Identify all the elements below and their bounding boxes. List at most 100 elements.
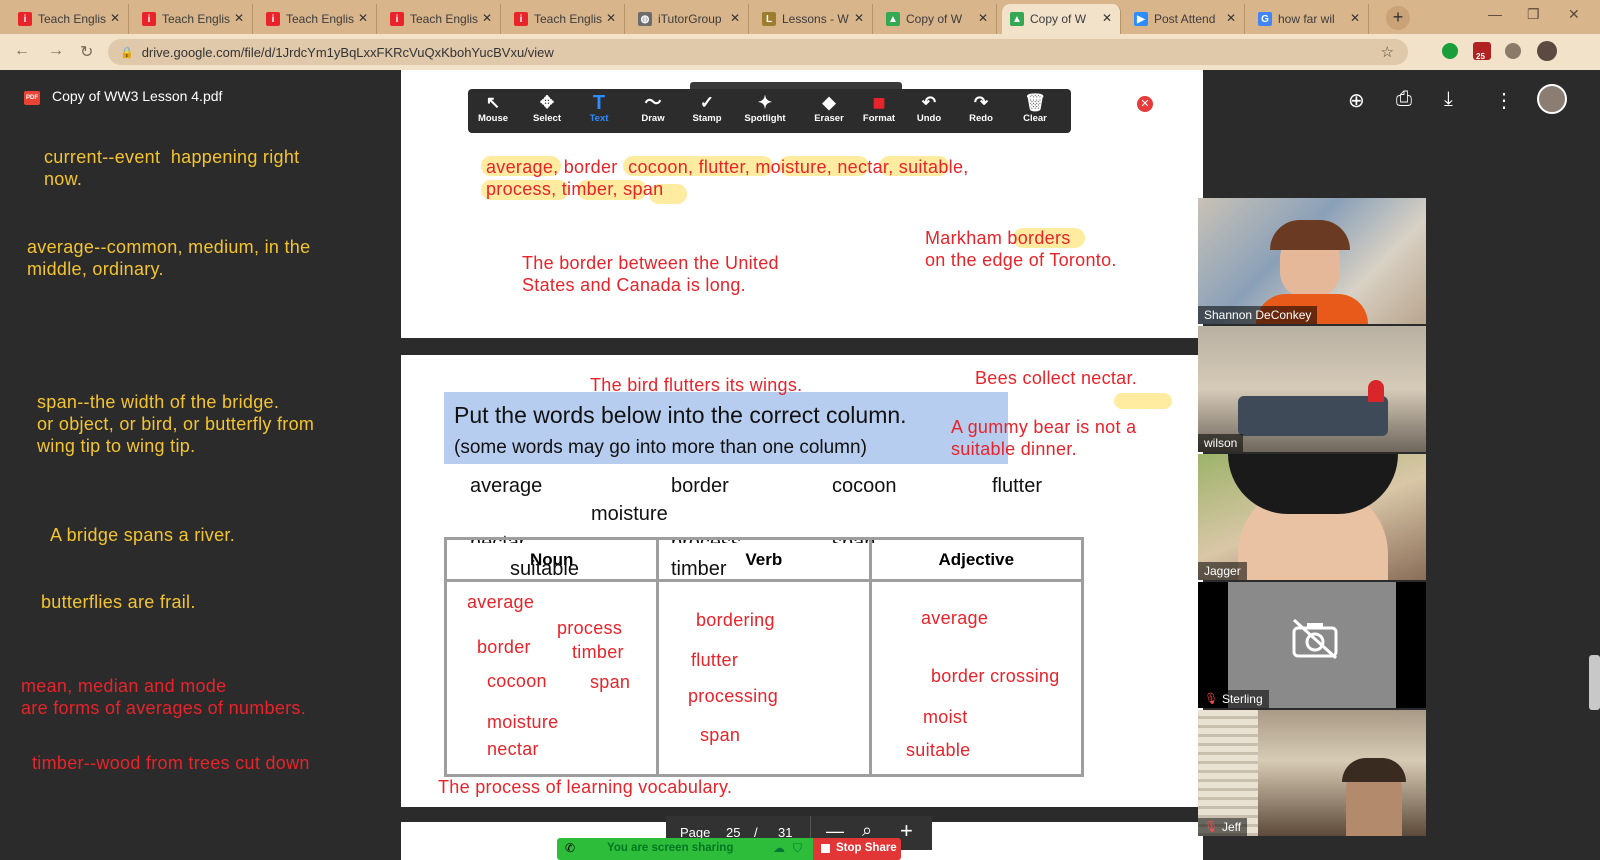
bookmark-star-icon[interactable]: ☆ [1381,43,1394,61]
lessons-icon: L [762,12,776,26]
adjective-answer: border crossing [931,666,1060,686]
tool-redo-button[interactable]: ↷ Redo [956,93,1006,124]
noun-answer: span [590,672,631,692]
tab-title: Teach English [162,12,230,26]
participant-name-text: Jeff [1221,820,1242,834]
note-bird-flutters: The bird flutters its wings. [590,375,803,395]
stop-share-button[interactable]: Stop Share [813,838,901,860]
tool-text-button[interactable]: T Text [574,93,624,124]
browser-tab[interactable]: i Teach English ✕ [382,4,501,34]
note-process-learning: The process of learning vocabulary. [438,777,733,797]
close-tab-icon[interactable]: ✕ [110,11,120,25]
word-bank-item: average [470,475,543,497]
print-icon[interactable]: ⎙ [1396,88,1412,111]
download-icon[interactable]: ⤓ [1444,88,1453,111]
tool-spotlight-button[interactable]: ✦ Spotlight [740,93,790,124]
note-current: current--event happening right now. [44,147,300,189]
tab-strip: i Teach English ✕ i Teach English ✕ i Teach Eng… [0,0,1600,34]
close-tab-icon[interactable]: ✕ [1102,11,1112,25]
tool-mouse-button[interactable]: ↖ Mouse [468,93,518,124]
note-span: span--the width of the bridge. or object… [37,392,315,456]
tool-draw-button[interactable]: 〜 Draw [628,93,678,124]
participant-hair [1342,758,1406,782]
browser-tab[interactable]: Ghow far wil ✕ [1250,4,1369,34]
close-tab-icon[interactable]: ✕ [358,11,368,25]
video-tile-shannon[interactable]: Shannon DeConkey [1198,198,1426,324]
close-tab-icon[interactable]: ✕ [978,11,988,25]
verb-answer: processing [688,686,779,706]
video-tile-jeff[interactable]: 🎙 Jeff [1198,710,1426,836]
tool-stamp-button[interactable]: ✓ Stamp [682,93,732,124]
format-icon: ■ [872,90,886,115]
account-avatar[interactable] [1537,84,1567,114]
address-bar[interactable]: 🔒 drive.google.com/file/d/1JrdcYm1yBqLxx… [108,39,1408,65]
close-window-icon[interactable]: ✕ [1568,6,1580,23]
browser-tab[interactable]: i Teach English ✕ [258,4,377,34]
tool-eraser-button[interactable]: ◆ Eraser [804,93,854,124]
extension-puzzle-icon[interactable] [1505,43,1521,59]
browser-tab[interactable]: ▶ Post Attend ✕ [1126,4,1245,34]
drive-icon: ▲ [886,12,900,26]
restore-icon[interactable]: ❐ [1527,6,1540,23]
close-tab-icon[interactable]: ✕ [730,11,740,25]
browser-tab[interactable]: ▲ Copy of W ✕ [1002,4,1121,34]
noun-answer: cocoon [487,671,547,691]
close-tab-icon[interactable]: ✕ [1226,11,1236,25]
video-tile-jagger[interactable]: Jagger [1198,454,1426,580]
verb-answer: flutter [691,650,739,670]
phone-icon: ✆ [565,841,576,855]
back-icon[interactable]: ← [14,42,30,60]
minimize-icon[interactable]: — [1488,6,1502,22]
file-name: Copy of WW3 Lesson 4.pdf [52,88,223,104]
extension-badge-icon[interactable]: 25 [1473,42,1491,61]
stop-icon [821,844,830,853]
close-tab-icon[interactable]: ✕ [482,11,492,25]
stop-share-label: Stop Share [836,842,897,854]
zoom-in-icon[interactable]: + [900,818,913,844]
tool-save-button[interactable]: ⤓ Save [1064,93,1114,124]
video-tile-wilson[interactable]: wilson [1198,326,1426,452]
select-icon: ✥ [539,93,555,112]
word-bank-item: suitable [510,558,579,580]
muted-mic-icon: 🎙 [1204,821,1218,833]
browser-tab[interactable]: ◍ iTutorGroup ✕ [630,4,749,34]
browser-tab[interactable]: i Teach English ✕ [134,4,253,34]
tool-clear-button[interactable]: 🗑 Clear [1010,93,1060,124]
lock-icon: 🔒 [120,46,134,59]
browser-tab[interactable]: L Lessons - W ✕ [754,4,873,34]
forward-icon[interactable]: → [48,42,64,60]
scrollbar-thumb[interactable] [1589,655,1600,710]
verb-header: Verb [745,550,783,569]
participant-name: wilson [1198,434,1244,452]
note-bees-nectar: Bees collect nectar. [975,368,1138,388]
browser-tab[interactable]: i Teach English ✕ [10,4,129,34]
tab-title: Teach English [38,12,106,26]
close-toolbar-icon[interactable]: ✕ [1137,96,1153,112]
tool-label: Mouse [477,113,509,124]
participant-hair [1270,220,1350,250]
noun-answer: border [477,637,531,657]
tool-format-button[interactable]: ■ Format [854,90,904,125]
new-tab-button[interactable]: + [1386,6,1410,30]
extension-green-icon[interactable] [1442,43,1458,59]
pdf-file-icon: PDF [24,91,40,105]
tool-undo-button[interactable]: ↶ Undo [904,93,954,124]
instruction-title: Put the words below into the correct col… [454,402,907,428]
more-options-icon[interactable]: ⋮ [1494,88,1514,113]
tool-select-button[interactable]: ✥ Select [522,93,572,124]
close-tab-icon[interactable]: ✕ [854,11,864,25]
note-butterflies: butterflies are frail. [41,592,196,612]
browser-tab[interactable]: ▲ Copy of W ✕ [878,4,997,34]
browser-tab[interactable]: i Teach English ✕ [506,4,625,34]
close-tab-icon[interactable]: ✕ [234,11,244,25]
undo-icon: ↶ [921,93,937,112]
add-to-drive-icon[interactable]: ⊕ [1348,88,1365,113]
reload-icon[interactable]: ↻ [80,42,93,62]
drive-icon: ▲ [1010,12,1024,26]
close-tab-icon[interactable]: ✕ [606,11,616,25]
tab-title: Teach English [286,12,354,26]
profile-avatar[interactable] [1537,41,1557,61]
close-tab-icon[interactable]: ✕ [1350,11,1360,25]
note-mean-median: mean, median and mode are forms of avera… [21,676,307,718]
video-tile-sterling[interactable]: 🎙 Sterling [1198,582,1426,708]
